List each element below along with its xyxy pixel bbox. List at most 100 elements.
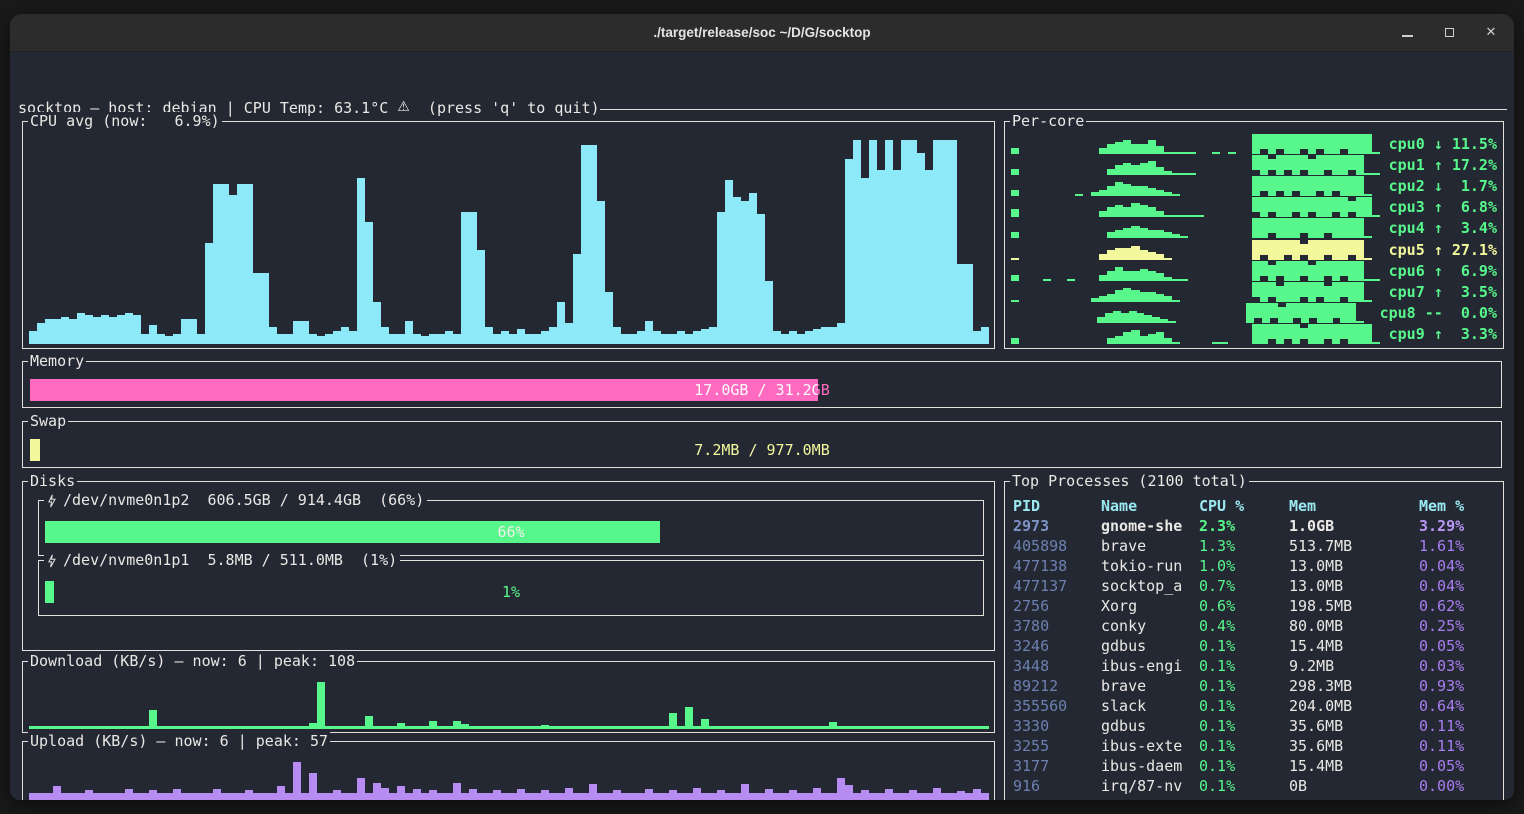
core-sparkline <box>1011 324 1381 344</box>
chart-bar <box>821 327 829 344</box>
chart-bar <box>1268 240 1276 260</box>
core-sparkline <box>1011 176 1381 196</box>
chart-bar <box>1164 232 1172 238</box>
chart-bar <box>1317 303 1325 323</box>
chart-bar <box>813 329 821 344</box>
chart-bar <box>1123 228 1131 238</box>
chart-bar <box>1284 155 1292 175</box>
core-label: cpu0 ↓ 11.5% <box>1389 135 1497 153</box>
table-cell: 0.1% <box>1199 776 1289 796</box>
table-cell: 3780 <box>1013 616 1101 636</box>
chart-bar <box>685 334 693 345</box>
chart-bar <box>1324 218 1332 238</box>
chart-bar <box>1284 176 1292 196</box>
chart-bar <box>453 334 461 345</box>
lightning-bolt-icon <box>47 494 56 508</box>
chart-bar <box>1364 300 1372 302</box>
chart-bar <box>1115 165 1123 175</box>
core-label: cpu4 ↑ 3.4% <box>1389 219 1497 237</box>
close-button[interactable]: ✕ <box>1484 26 1498 40</box>
chart-bar <box>1301 303 1309 323</box>
core-row: cpu9 ↑ 3.3% <box>1011 324 1497 344</box>
chart-bar <box>677 331 685 344</box>
table-cell: slack <box>1101 696 1199 716</box>
chart-bar <box>1268 324 1276 344</box>
titlebar[interactable]: ./target/release/soc ~/D/G/socktop ✕ <box>10 14 1514 52</box>
table-row: 3780conky0.4%80.0MB0.25% <box>1013 616 1499 636</box>
terminal-content[interactable]: socktop — host: debian | CPU Temp: 63.1°… <box>10 52 1514 800</box>
table-cell: 2.3% <box>1199 516 1289 536</box>
chart-bar <box>1107 250 1115 260</box>
chart-bar <box>1148 334 1156 344</box>
column-header: Mem % <box>1419 496 1499 516</box>
percore-title: Per-core <box>1010 112 1086 131</box>
table-cell: 477138 <box>1013 556 1101 576</box>
chart-bar <box>797 334 805 345</box>
memory-gauge: 17.0GB / 31.2GB 17.0GB / 31.2GB <box>30 379 1494 401</box>
chart-bar <box>1043 279 1051 281</box>
chart-bar <box>1148 188 1156 196</box>
chart-bar <box>1276 134 1284 154</box>
disk-subpanel: /dev/nvme0n1p2 606.5GB / 914.4GB (66%)66… <box>38 500 984 556</box>
table-cell: irq/87-nv <box>1101 776 1199 796</box>
chart-bar <box>261 273 269 344</box>
chart-bar <box>1121 313 1129 323</box>
chart-bar <box>565 323 573 344</box>
swap-title: Swap <box>28 412 68 431</box>
chart-bar <box>1246 303 1254 323</box>
chart-bar <box>1099 275 1107 281</box>
chart-bar <box>1140 228 1148 238</box>
table-cell: 13.0MB <box>1289 576 1419 596</box>
chart-bar <box>1164 171 1172 175</box>
minimize-button[interactable] <box>1400 26 1414 40</box>
chart-bar <box>845 159 853 344</box>
chart-bar <box>1340 282 1348 302</box>
core-label: cpu2 ↓ 1.7% <box>1389 177 1497 195</box>
chart-bar <box>885 140 893 344</box>
chart-bar <box>1148 292 1156 302</box>
table-row: 2973gnome-she2.3%1.0GB3.29% <box>1013 516 1499 536</box>
table-row: 3330gdbus0.1%35.6MB0.11% <box>1013 716 1499 736</box>
chart-bar <box>1324 197 1332 217</box>
chart-bar <box>1011 209 1019 217</box>
chart-bar <box>133 315 141 344</box>
chart-bar <box>253 273 261 344</box>
table-cell: 0B <box>1289 776 1419 796</box>
table-cell: 204.0MB <box>1289 696 1419 716</box>
chart-bar <box>1276 261 1284 281</box>
chart-bar <box>1252 240 1260 260</box>
chart-bar <box>1292 240 1300 260</box>
chart-bar <box>1148 230 1156 238</box>
table-cell: 477137 <box>1013 576 1101 596</box>
table-cell: 3330 <box>1013 716 1101 736</box>
percore-panel: Per-core cpu0 ↓ 11.5%cpu1 ↑ 17.2%cpu2 ↓ … <box>1004 121 1504 349</box>
chart-bar <box>1131 271 1139 281</box>
cpu-avg-title: CPU avg (now: 6.9%) <box>28 112 222 131</box>
chart-bar <box>1228 152 1236 154</box>
table-cell: 0.4% <box>1199 616 1289 636</box>
chart-bar <box>597 201 605 344</box>
chart-bar <box>1284 240 1292 260</box>
table-cell: 0.1% <box>1199 636 1289 656</box>
chart-bar <box>1292 176 1300 196</box>
chart-bar <box>1348 176 1356 196</box>
chart-bar <box>1324 134 1332 154</box>
chart-bar <box>1188 215 1196 217</box>
maximize-button[interactable] <box>1442 26 1456 40</box>
chart-bar <box>1011 148 1019 154</box>
process-table-header: PIDNameCPU %MemMem % <box>1013 496 1499 516</box>
chart-bar <box>1123 163 1131 175</box>
chart-bar <box>1348 201 1356 217</box>
core-sparkline <box>1011 134 1381 154</box>
chart-bar <box>1308 134 1316 154</box>
chart-bar <box>1364 197 1372 217</box>
table-cell: brave <box>1101 676 1199 696</box>
chart-bar <box>1284 324 1292 344</box>
chart-bar <box>1276 286 1284 302</box>
table-cell: 3246 <box>1013 636 1101 656</box>
chart-bar <box>1156 332 1164 344</box>
table-row: 3177ibus-daem0.1%15.4MB0.05% <box>1013 756 1499 776</box>
chart-bar <box>1308 324 1316 344</box>
chart-bar <box>1260 134 1268 154</box>
chart-bar <box>1284 261 1292 281</box>
